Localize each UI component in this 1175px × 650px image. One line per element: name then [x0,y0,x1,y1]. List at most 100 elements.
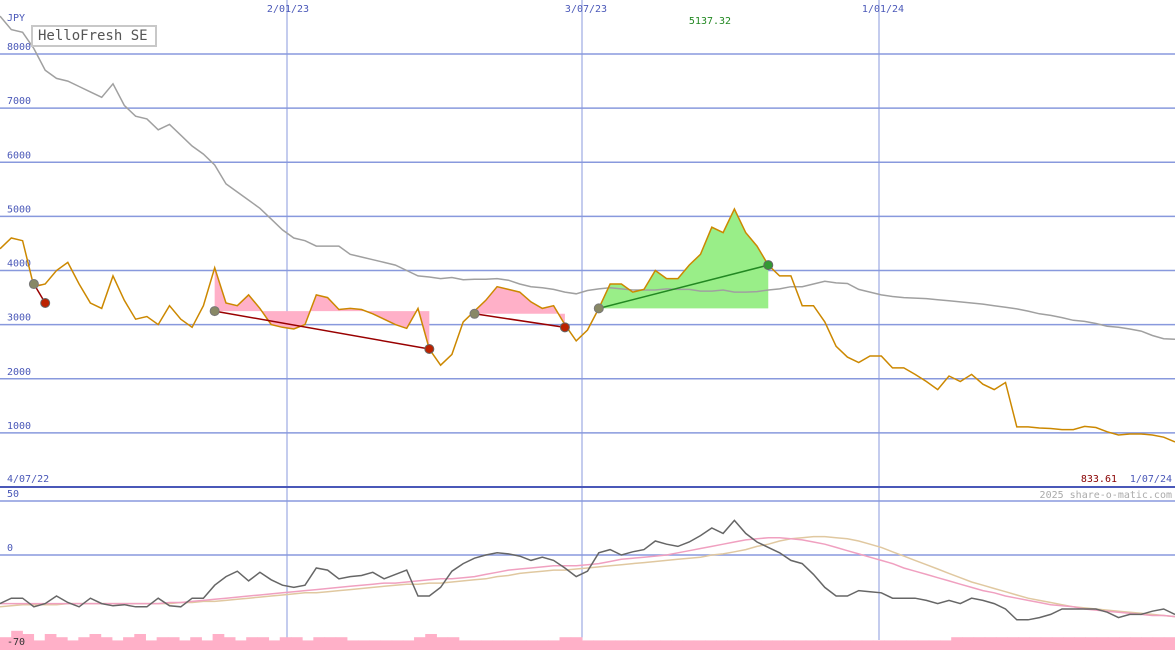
x-tick-label: 1/01/24 [862,4,904,15]
volume-bar [537,640,549,650]
y-tick-label: 3000 [7,313,31,324]
volume-bar [447,637,460,650]
x-tick-label: 2/01/23 [267,4,309,15]
volume-bar [257,637,270,650]
volume-bar [78,637,91,650]
trend-start-marker [593,303,604,314]
volume-bar [358,640,370,650]
y-tick-label: 5000 [7,204,31,215]
volume-bar [279,637,292,650]
y-tick-label: 1000 [7,421,31,432]
volume-bar [313,637,326,650]
volume-bar [581,640,594,650]
volume-bar [1029,637,1042,650]
volume-bar [649,640,661,650]
top-grid: 10002000300040005000600070008000 [0,0,1175,640]
volume-bar [559,637,572,650]
trend-end-marker [424,343,435,354]
trend-end-marker [559,322,570,333]
volume-bar [458,640,471,650]
volume-bar [402,640,415,650]
trend-start-marker [28,279,39,290]
chart-title: HelloFresh SE [31,25,157,47]
volume-bar [514,640,527,650]
volume-bar [693,640,706,650]
volume-bar [167,637,180,650]
gain-loss-fills [33,208,769,349]
volume-bar [481,640,493,650]
volume-bar [414,637,426,650]
volume-bar [1163,637,1175,650]
volume-bar [705,640,717,650]
volume-bar [906,640,919,650]
volume-bar [783,640,796,650]
volume-bar [67,640,79,650]
x-end-label: 1/07/24 [1130,474,1172,485]
volume-bar [1074,637,1086,650]
volume-bar [839,640,851,650]
volume-bar [895,640,907,650]
volume-bar [738,640,751,650]
osc-slow-line [0,535,1175,618]
volume-bar [380,640,393,650]
osc-signal-line [0,536,1175,618]
volume-bar [1152,637,1165,650]
trend-end-marker [40,297,51,308]
volume-bar [503,640,516,650]
volume-bar [626,640,639,650]
volume-bar [727,640,740,650]
volume-bar [772,640,784,650]
x-tick-label: 3/07/23 [565,4,607,15]
average-line [0,15,1175,340]
volume-bar [33,640,46,650]
volume-bar [1119,637,1131,650]
osc-tick-label: 50 [7,489,19,500]
gain-area [598,208,769,309]
volume-bar [212,634,225,650]
volume-bar [637,640,650,650]
volume-bar [268,640,281,650]
volume-bar [1063,637,1075,650]
volume-bar [324,637,337,650]
volume-bar [593,640,605,650]
volume-bar [828,640,840,650]
y-tick-label: 7000 [7,96,31,107]
max-price-label: 5137.32 [689,16,731,27]
y-tick-label: 6000 [7,150,31,161]
volume-bar [570,637,583,650]
volume-bar [615,640,628,650]
volume-bar [1085,637,1098,650]
volume-bar [44,634,57,650]
volume-bar [1018,637,1031,650]
osc-tick-label: -70 [7,637,25,648]
volume-bar [290,637,303,650]
volume-bar [951,637,963,650]
volume-bar [1107,637,1120,650]
volume-bar [917,640,930,650]
volume-bar [884,640,896,650]
volume-bar [1051,637,1064,650]
volume-bar [816,640,829,650]
y-tick-label: 8000 [7,42,31,53]
volume-bar [145,640,158,650]
volume-bar [100,637,113,650]
volume-bar [111,640,124,650]
volume-bar [1040,637,1053,650]
osc-main-line [0,519,1175,621]
volume-bar [492,640,505,650]
volume-bar [89,634,102,650]
volume-bar [850,640,863,650]
volume-bar [235,640,247,650]
volume-bar [201,640,214,650]
volume-bar [335,637,348,650]
volume-bar [470,640,482,650]
volume-bar [682,640,695,650]
volume-bar [794,640,807,650]
volume-bar [179,640,191,650]
volume-bar [660,640,672,650]
trend-end-marker [763,260,774,271]
volume-bar [805,640,818,650]
trend-start-marker [469,308,480,319]
volume-bar [604,640,616,650]
volume-bar [1007,637,1019,650]
